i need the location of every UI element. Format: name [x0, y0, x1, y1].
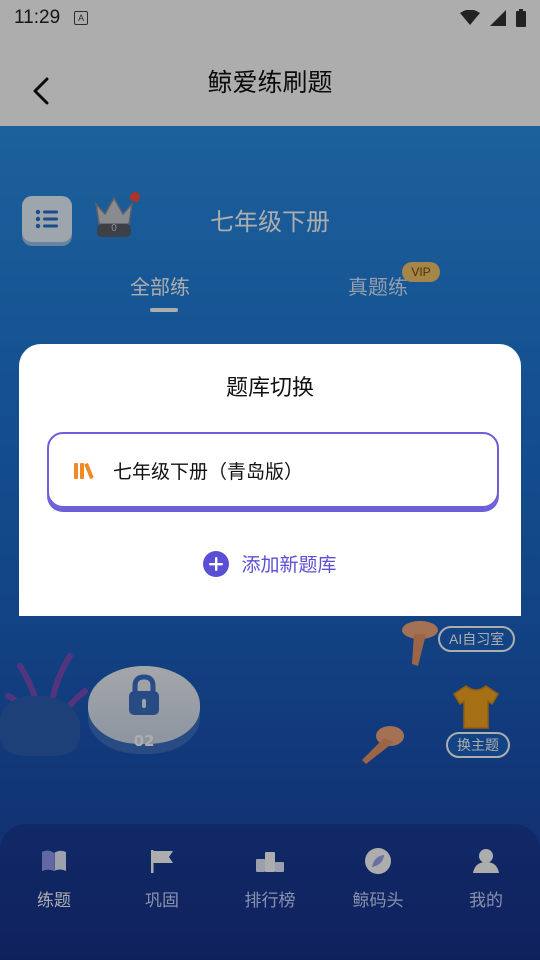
bank-switch-modal: 题库切换 七年级下册（青岛版） 添加新题库 [19, 344, 521, 616]
bank-option-selected[interactable]: 七年级下册（青岛版） [47, 432, 499, 508]
bank-label: 七年级下册（青岛版） [113, 460, 304, 483]
add-bank-label: 添加新题库 [241, 554, 337, 576]
books-icon [74, 463, 94, 479]
plus-icon [203, 550, 230, 577]
add-bank-button[interactable]: 添加新题库 [19, 550, 521, 577]
modal-title: 题库切换 [225, 376, 314, 401]
